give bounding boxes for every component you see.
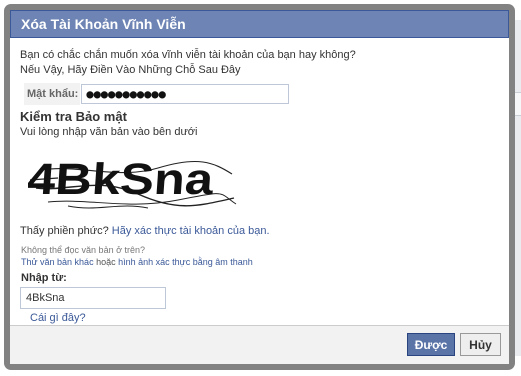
trouble-line: Thấy phiền phức? Hãy xác thực tài khoản … <box>20 224 270 239</box>
confirmation-question: Bạn có chắc chắn muốn xóa vĩnh viễn tài … <box>20 49 356 61</box>
dialog-title-bar: Xóa Tài Khoản Vĩnh Viễn <box>10 10 509 38</box>
enter-word-label: Nhập từ: <box>21 272 67 284</box>
dialog-body: Bạn có chắc chắn muốn xóa vĩnh viễn tài … <box>20 48 499 324</box>
security-check-subtitle: Vui lòng nhập văn bản vào bên dưới <box>20 126 198 138</box>
trouble-prefix: Thấy phiền phức? <box>20 225 109 237</box>
alternative-captcha-line: Thử văn bản khác hoặc hình ảnh xác thực … <box>21 256 253 268</box>
cancel-button[interactable]: Hủy <box>460 333 501 356</box>
fill-instruction: Nếu Vậy, Hãy Điền Vào Những Chỗ Sau Đây <box>20 64 241 76</box>
cant-read-text: Không thể đọc văn bản ở trên? <box>21 245 145 255</box>
dialog-footer: Được Hủy <box>10 325 509 364</box>
verify-account-link[interactable]: Hãy xác thực tài khoản của bạn. <box>112 225 270 237</box>
password-field[interactable] <box>81 84 290 104</box>
try-other-text-link[interactable]: Thử văn bản khác <box>21 257 94 267</box>
security-check-title: Kiểm tra Bảo mật <box>20 109 127 124</box>
captcha-input[interactable] <box>20 287 166 309</box>
background-side-panel <box>515 20 521 356</box>
or-text: hoặc <box>96 257 116 267</box>
what-is-this-link[interactable]: Cái gì đây? <box>30 311 86 326</box>
delete-account-dialog: Xóa Tài Khoản Vĩnh Viễn Bạn có chắc chắn… <box>4 4 515 370</box>
ok-button[interactable]: Được <box>407 333 455 356</box>
captcha-image: 4BkSna <box>28 155 237 209</box>
password-row: Mật khẩu: <box>24 83 290 105</box>
dialog-title: Xóa Tài Khoản Vĩnh Viễn <box>21 16 186 32</box>
password-label: Mật khẩu: <box>24 83 81 105</box>
captcha-text: 4BkSna <box>28 155 216 204</box>
audio-captcha-link[interactable]: hình ảnh xác thực bằng âm thanh <box>118 257 253 267</box>
